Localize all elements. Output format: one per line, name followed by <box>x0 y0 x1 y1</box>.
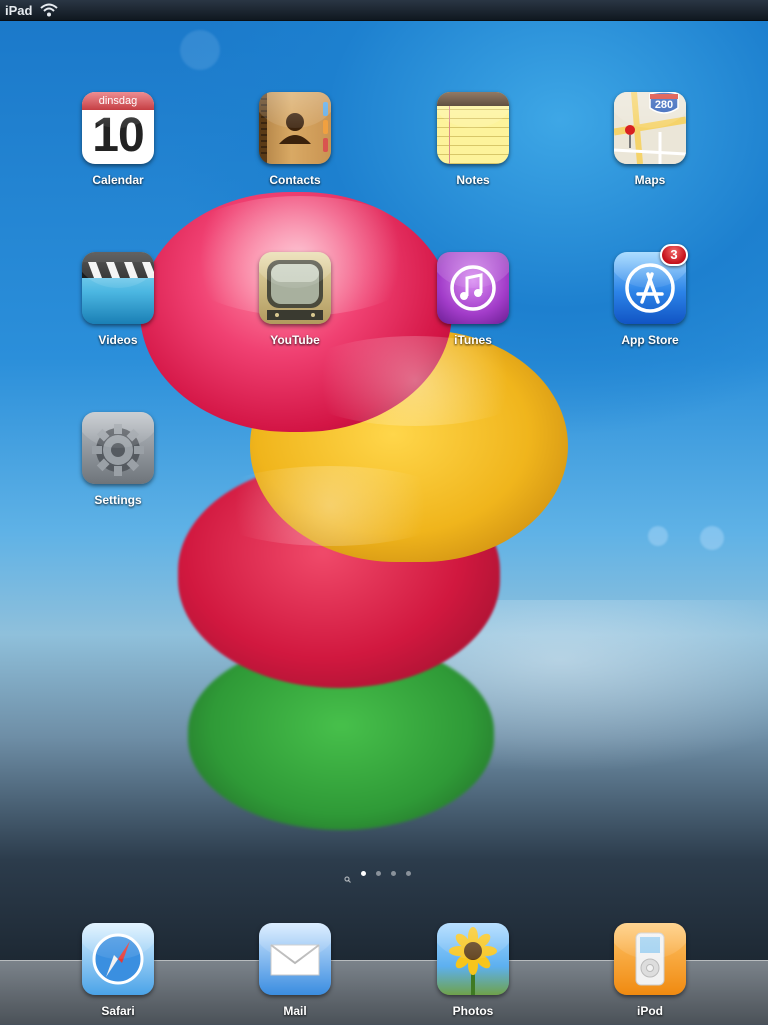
app-settings[interactable]: Settings <box>68 412 168 507</box>
app-store-badge: 3 <box>660 244 688 266</box>
contacts-icon <box>259 92 331 164</box>
itunes-icon <box>437 252 509 324</box>
calendar-weekday: dinsdag <box>82 92 154 110</box>
device-name: iPad <box>5 2 33 18</box>
app-itunes[interactable]: iTunes <box>423 252 523 347</box>
page-indicator[interactable] <box>344 870 411 883</box>
app-label: Photos <box>452 1004 494 1018</box>
page-dot[interactable] <box>391 871 396 876</box>
app-label: Safari <box>101 1004 135 1018</box>
app-label: Notes <box>456 173 490 187</box>
app-app-store[interactable]: 3 App Store <box>600 244 700 347</box>
maps-shield-number: 280 <box>654 99 674 111</box>
app-label: iTunes <box>454 333 492 347</box>
app-label: Videos <box>98 333 138 347</box>
calendar-icon: dinsdag 10 <box>82 92 154 164</box>
dock-app-ipod[interactable]: iPod <box>600 923 700 1018</box>
safari-icon <box>82 923 154 995</box>
app-label: Contacts <box>269 173 321 187</box>
maps-icon: 280 <box>614 92 686 164</box>
page-dot[interactable] <box>361 871 366 876</box>
notes-margin-line <box>449 106 450 164</box>
app-label: App Store <box>621 333 679 347</box>
app-label: Calendar <box>92 173 144 187</box>
wallpaper-bokeh <box>180 30 220 70</box>
page-dot[interactable] <box>376 871 381 876</box>
candy-sugar <box>290 336 540 426</box>
settings-icon <box>82 412 154 484</box>
notes-icon <box>437 92 509 164</box>
app-label: Settings <box>94 493 142 507</box>
dock-app-safari[interactable]: Safari <box>68 923 168 1018</box>
app-notes[interactable]: Notes <box>423 92 523 187</box>
videos-icon <box>82 252 154 324</box>
app-youtube[interactable]: YouTube <box>245 252 345 347</box>
app-label: YouTube <box>270 333 320 347</box>
app-contacts[interactable]: Contacts <box>245 92 345 187</box>
app-calendar[interactable]: dinsdag 10 Calendar <box>68 92 168 187</box>
youtube-icon <box>259 252 331 324</box>
notes-binding <box>437 92 509 106</box>
dock-app-mail[interactable]: Mail <box>245 923 345 1018</box>
spotlight-search-icon[interactable] <box>344 870 351 883</box>
mail-icon <box>259 923 331 995</box>
photos-icon <box>437 923 509 995</box>
status-bar: iPad <box>0 0 768 21</box>
wifi-icon <box>40 3 59 17</box>
app-videos[interactable]: Videos <box>68 252 168 347</box>
app-label: Mail <box>283 1004 307 1018</box>
app-maps[interactable]: 280 Maps <box>600 92 700 187</box>
wallpaper-bokeh <box>648 526 668 546</box>
candy-sugar <box>200 466 460 546</box>
app-label: iPod <box>637 1004 663 1018</box>
wallpaper-bokeh <box>700 526 724 550</box>
ipod-icon <box>614 923 686 995</box>
page-dot[interactable] <box>406 871 411 876</box>
calendar-day: 10 <box>92 109 144 162</box>
dock-app-photos[interactable]: Photos <box>423 923 523 1018</box>
app-label: Maps <box>634 173 666 187</box>
